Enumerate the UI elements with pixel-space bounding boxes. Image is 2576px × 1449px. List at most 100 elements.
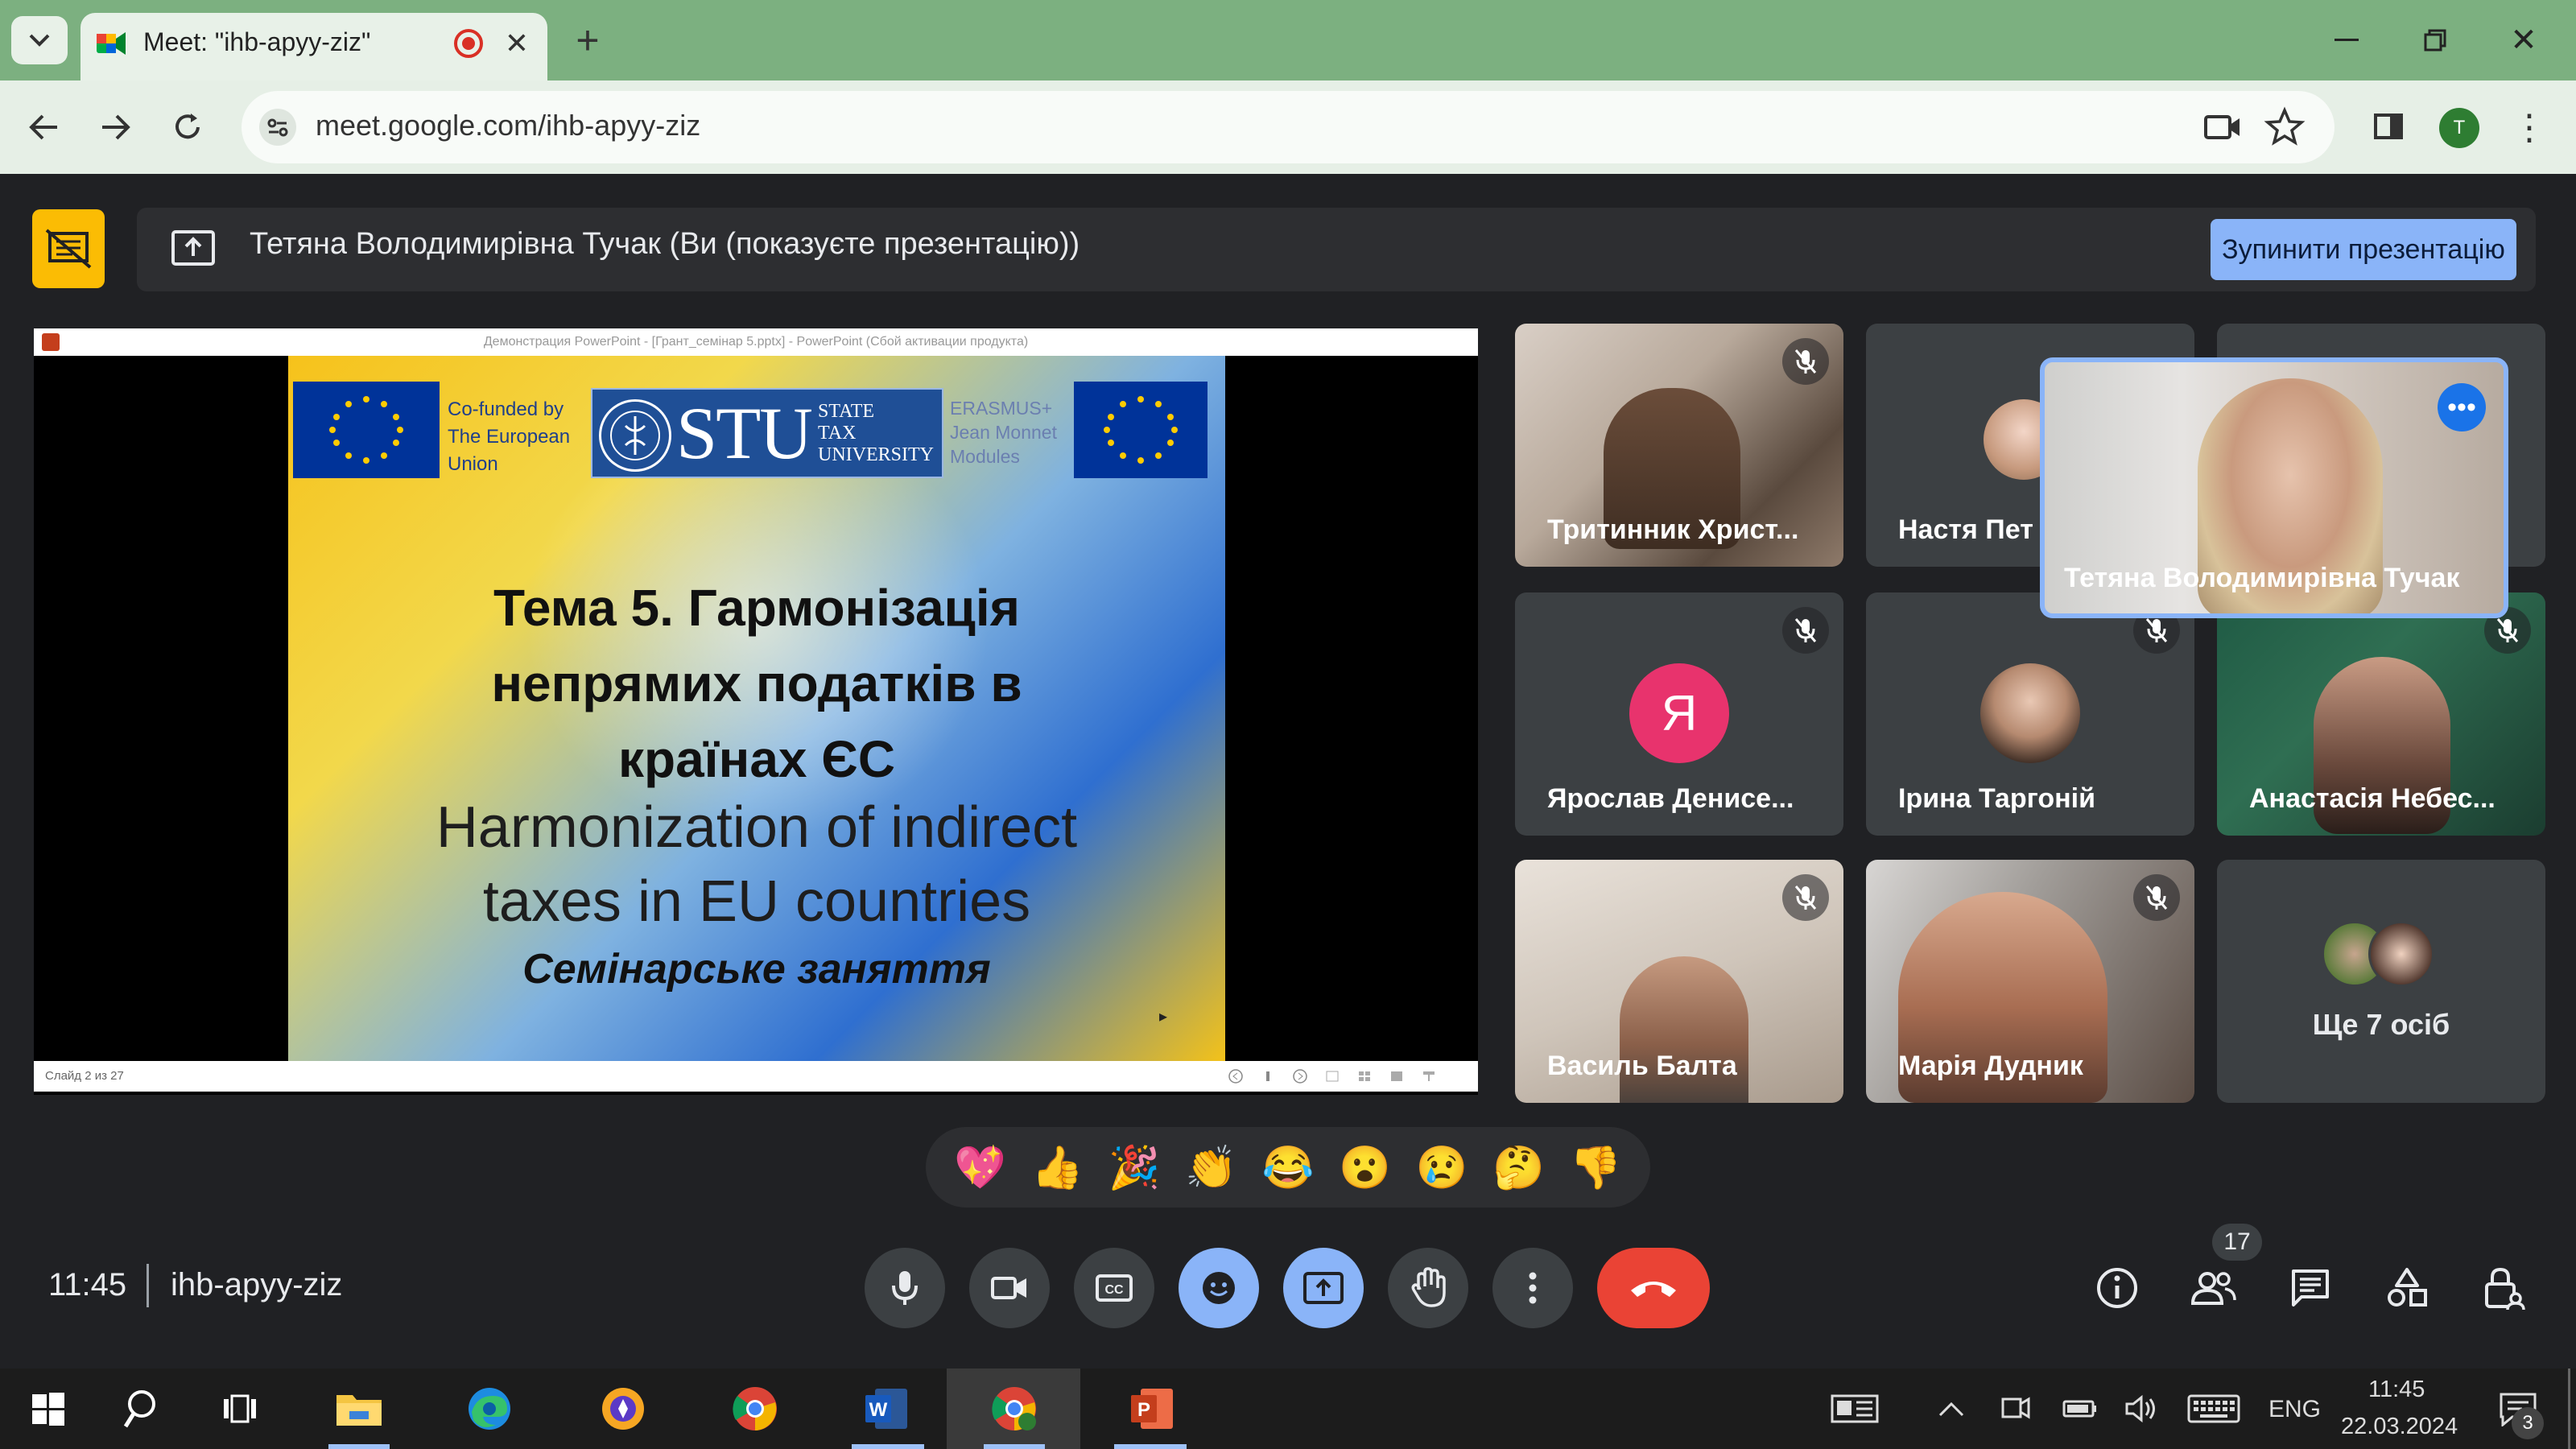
- mouse-cursor-icon: ▸: [1159, 1008, 1168, 1026]
- participant-tile[interactable]: Василь Балта: [1515, 860, 1843, 1103]
- reading-view-icon[interactable]: [1389, 1069, 1404, 1084]
- chrome-icon[interactable]: [724, 1378, 786, 1439]
- sorter-view-icon[interactable]: [1357, 1069, 1372, 1084]
- participant-name: Анастасія Небес...: [2249, 783, 2496, 814]
- hang-up-icon: [1631, 1282, 1676, 1297]
- battery-icon[interactable]: [2050, 1378, 2111, 1439]
- menu-slide-icon[interactable]: [1261, 1069, 1275, 1084]
- forward-icon[interactable]: [87, 101, 143, 154]
- tab-search-chevron-icon[interactable]: [11, 16, 68, 64]
- next-slide-icon[interactable]: [1293, 1069, 1307, 1084]
- stu-logo-letters: STU: [676, 392, 813, 474]
- captions-button[interactable]: CC: [1074, 1248, 1154, 1328]
- recording-icon: [452, 27, 485, 60]
- more-options-button[interactable]: [1492, 1248, 1573, 1328]
- emoji-reactions-button[interactable]: [1179, 1248, 1259, 1328]
- reaction-thinking[interactable]: 🤔: [1485, 1143, 1553, 1192]
- more-options-icon[interactable]: •••: [2438, 383, 2486, 431]
- people-button[interactable]: [2182, 1256, 2246, 1320]
- reaction-party[interactable]: 🎉: [1100, 1143, 1168, 1192]
- address-bar[interactable]: meet.google.com/ihb-apyy-ziz: [242, 91, 2334, 163]
- input-language[interactable]: ENG: [2268, 1396, 2321, 1423]
- powerpoint-icon[interactable]: P: [1122, 1378, 1183, 1439]
- captions-icon: CC: [1096, 1274, 1133, 1302]
- reaction-thumbs-down[interactable]: 👎: [1562, 1143, 1629, 1192]
- reaction-laugh[interactable]: 😂: [1254, 1143, 1322, 1192]
- task-view-icon[interactable]: [209, 1378, 270, 1439]
- keyboard-icon[interactable]: [2183, 1378, 2244, 1439]
- present-now-button[interactable]: [1283, 1248, 1364, 1328]
- edge-icon[interactable]: [459, 1378, 520, 1439]
- meeting-details-button[interactable]: [2085, 1256, 2149, 1320]
- reload-icon[interactable]: [159, 101, 216, 154]
- taskbar-time[interactable]: 11:45: [2368, 1377, 2425, 1403]
- participant-tile[interactable]: Тритинник Христ...: [1515, 324, 1843, 567]
- reaction-surprised[interactable]: 😮: [1331, 1143, 1399, 1192]
- lock-person-icon: [2485, 1267, 2525, 1311]
- reaction-heart[interactable]: 💖: [947, 1143, 1014, 1192]
- side-panel-icon[interactable]: [2367, 105, 2410, 148]
- erasmus-line-3: Modules: [950, 446, 1020, 467]
- word-icon[interactable]: W: [857, 1378, 918, 1439]
- participant-tile[interactable]: Я Ярослав Денисе...: [1515, 592, 1843, 836]
- presentation-slide: Co-funded by The European Union STU STAT…: [288, 356, 1225, 1061]
- meet-tray-icon[interactable]: [1985, 1378, 2046, 1439]
- reaction-clap[interactable]: 👏: [1177, 1143, 1245, 1192]
- brave-browser-icon[interactable]: [592, 1378, 654, 1439]
- camera-in-use-icon[interactable]: [2202, 107, 2244, 147]
- tray-chevron-up-icon[interactable]: [1921, 1378, 1982, 1439]
- chrome-profile-icon[interactable]: [984, 1378, 1045, 1439]
- new-tab-button[interactable]: +: [564, 16, 612, 64]
- cofunded-line-1: Co-funded by: [448, 398, 564, 420]
- profile-avatar[interactable]: T: [2439, 108, 2479, 148]
- participant-tile[interactable]: Ірина Таргоній: [1866, 592, 2194, 836]
- back-icon[interactable]: [16, 101, 72, 154]
- url-text[interactable]: meet.google.com/ihb-apyy-ziz: [316, 109, 700, 142]
- site-settings-icon[interactable]: [259, 109, 296, 146]
- svg-text:CC: CC: [1104, 1283, 1124, 1297]
- cofunded-line-3: Union: [448, 453, 498, 475]
- bookmark-star-icon[interactable]: [2264, 105, 2306, 147]
- participant-name: Марія Дудник: [1898, 1051, 2083, 1081]
- file-explorer-icon[interactable]: [328, 1378, 390, 1439]
- presentation-off-icon[interactable]: [32, 209, 105, 288]
- erasmus-line-1: ERASMUS+: [950, 398, 1053, 419]
- tab-title: Meet: "ihb-apyy-ziz": [143, 27, 371, 56]
- normal-view-icon[interactable]: [1325, 1069, 1340, 1084]
- reaction-thumbs-up[interactable]: 👍: [1023, 1143, 1091, 1192]
- stop-presenting-button[interactable]: Зупинити презентацію: [2211, 219, 2516, 280]
- host-controls-button[interactable]: [2471, 1256, 2536, 1320]
- mic-off-icon: [1782, 874, 1829, 921]
- participant-tile[interactable]: Марія Дудник: [1866, 860, 2194, 1103]
- tab-close-icon[interactable]: ✕: [499, 26, 535, 61]
- show-desktop-button[interactable]: [2568, 1368, 2570, 1449]
- activities-button[interactable]: [2375, 1256, 2439, 1320]
- info-icon: [2097, 1268, 2137, 1308]
- camera-button[interactable]: [969, 1248, 1050, 1328]
- cofunded-line-2: The European: [448, 426, 571, 448]
- slideshow-view-icon[interactable]: [1422, 1069, 1436, 1084]
- raise-hand-button[interactable]: [1388, 1248, 1468, 1328]
- participant-name: Настя Пет: [1898, 514, 2033, 545]
- restore-icon[interactable]: [2407, 14, 2463, 66]
- browser-tab-meet[interactable]: Meet: "ihb-apyy-ziz" ✕: [80, 13, 547, 80]
- search-icon[interactable]: [113, 1378, 174, 1439]
- participant-name: Тетяна Володимирівна Тучак: [2064, 563, 2460, 593]
- stu-seal-icon: [599, 399, 671, 472]
- reaction-sad[interactable]: 😢: [1408, 1143, 1476, 1192]
- window-close-icon[interactable]: ✕: [2496, 14, 2552, 66]
- prev-slide-icon[interactable]: [1228, 1069, 1243, 1084]
- slide-title-line-3: країнах ЄС: [617, 730, 896, 788]
- news-widget-icon[interactable]: [1824, 1378, 1885, 1439]
- chat-button[interactable]: [2278, 1256, 2343, 1320]
- participant-tile[interactable]: Анастасія Небес...: [2217, 592, 2545, 836]
- taskbar-date[interactable]: 22.03.2024: [2341, 1414, 2458, 1440]
- self-participant-tile[interactable]: ••• Тетяна Володимирівна Тучак: [2040, 357, 2508, 618]
- browser-menu-icon[interactable]: ⋮: [2512, 105, 2547, 150]
- leave-call-button[interactable]: [1597, 1248, 1710, 1328]
- minimize-icon[interactable]: [2318, 14, 2375, 66]
- more-participants-tile[interactable]: Ще 7 осіб: [2217, 860, 2545, 1103]
- volume-icon[interactable]: [2111, 1378, 2172, 1439]
- microphone-button[interactable]: [865, 1248, 945, 1328]
- windows-start-icon[interactable]: [18, 1378, 79, 1439]
